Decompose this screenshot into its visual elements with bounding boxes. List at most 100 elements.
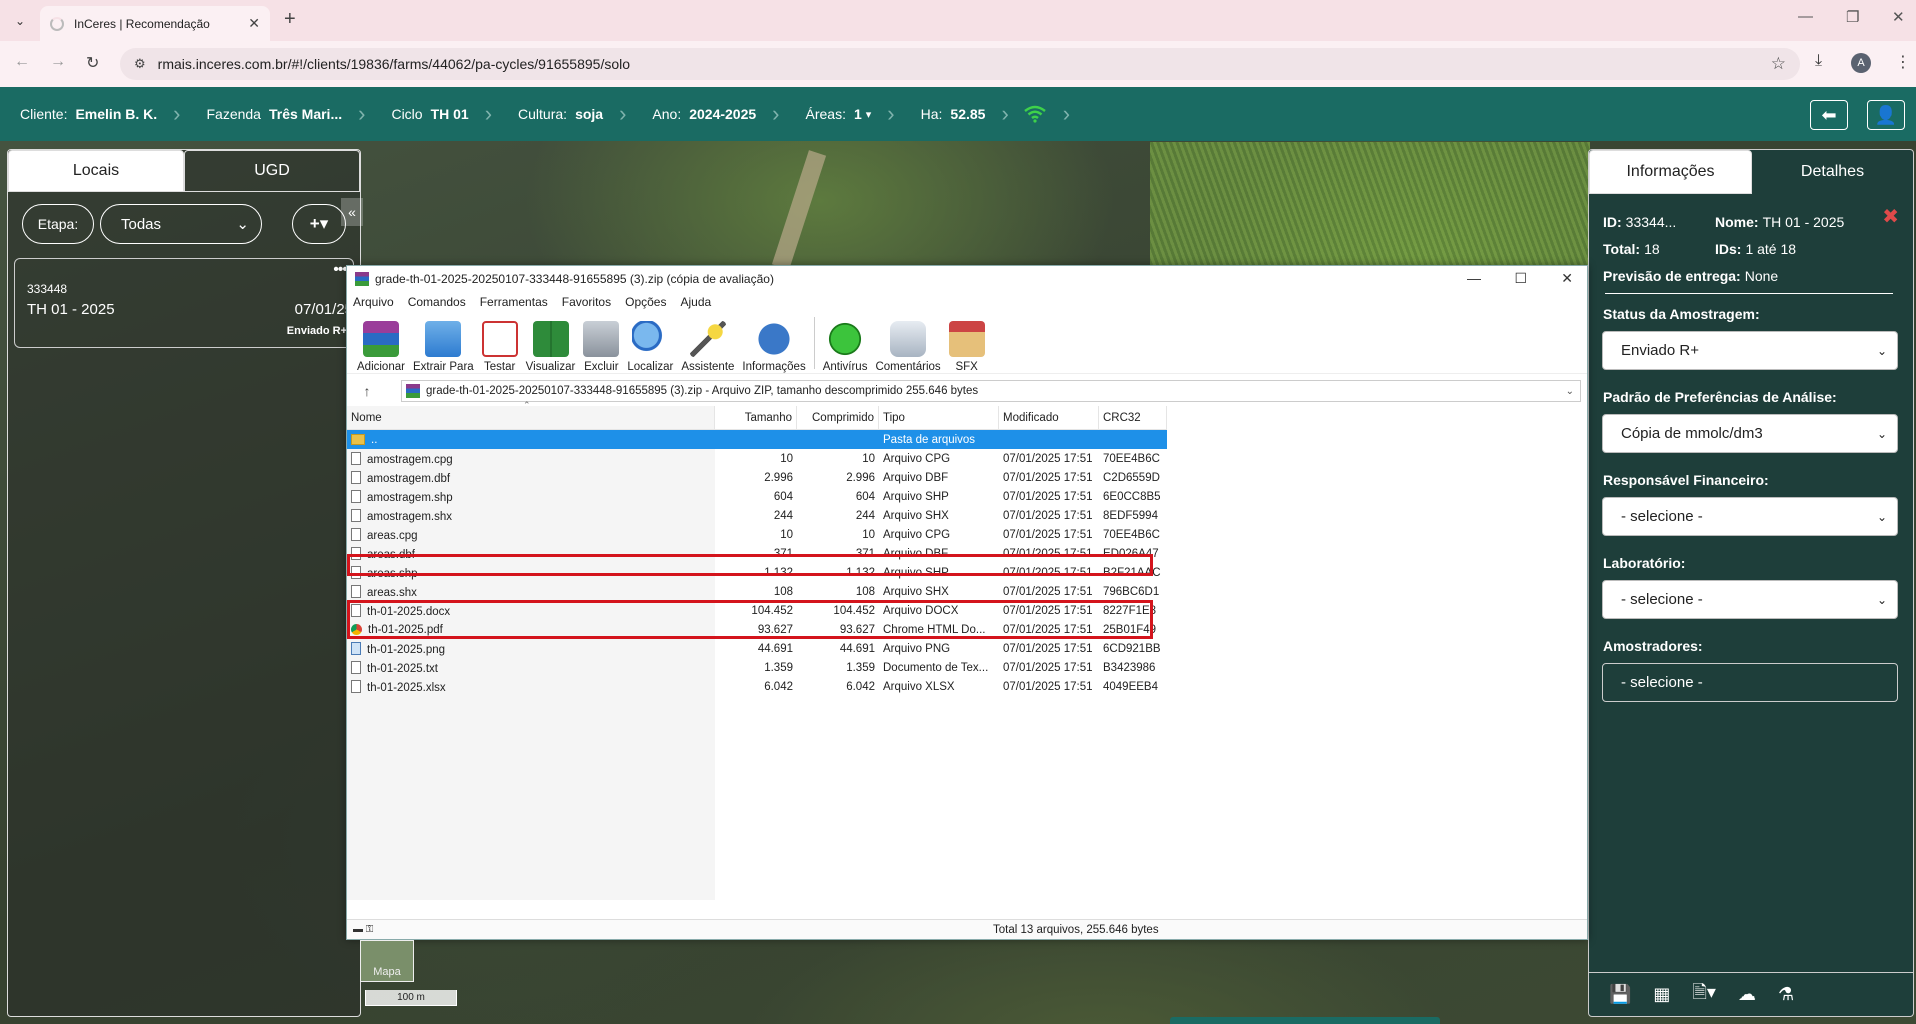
forward-icon[interactable]: → <box>50 53 66 71</box>
tab-detalhes[interactable]: Detalhes <box>1752 150 1913 194</box>
chevron-down-icon[interactable]: ⌄ <box>1566 386 1574 397</box>
winrar-titlebar[interactable]: grade-th-01-2025-20250107-333448-9165589… <box>347 266 1587 292</box>
visualizar-button[interactable]: Visualizar <box>526 321 575 373</box>
file-compressed: 108 <box>797 586 879 598</box>
close-icon[interactable]: ✕ <box>1561 270 1573 287</box>
tab-locais[interactable]: Locais <box>8 150 184 192</box>
chevron-down-icon: ⌄ <box>1876 426 1887 441</box>
file-icon <box>351 660 361 674</box>
back-icon[interactable]: ← <box>14 53 30 71</box>
comentarios-button[interactable]: Comentários <box>875 321 941 373</box>
crumb-ciclo[interactable]: Ciclo TH 01 › <box>371 87 498 141</box>
avatar[interactable]: A <box>1851 53 1871 73</box>
minimize-icon[interactable]: — <box>1467 270 1481 286</box>
collapse-panel-icon[interactable]: « <box>341 198 363 226</box>
excluir-button[interactable]: Excluir <box>583 321 620 373</box>
table-row[interactable]: th-01-2025.xlsx 6.042 6.042 Arquivo XLSX 07/… <box>347 677 1167 696</box>
add-button[interactable]: +▾ <box>292 204 346 244</box>
column-tamanho[interactable]: Tamanho <box>715 405 797 430</box>
save-icon[interactable]: 💾 <box>1609 984 1631 1005</box>
laboratorio-select-value: - selecione - <box>1621 591 1703 608</box>
excel-icon[interactable]: ▦ <box>1653 984 1670 1005</box>
browser-menu-icon[interactable]: ⋮ <box>1895 52 1911 72</box>
table-row[interactable]: amostragem.dbf 2.996 2.996 Arquivo DBF 07/01… <box>347 468 1167 487</box>
file-compressed-text: 2.996 <box>846 471 875 484</box>
tab-search-icon[interactable]: ⌄ <box>8 9 32 33</box>
new-tab-icon[interactable]: + <box>284 8 296 31</box>
antivirus-button[interactable]: Antivírus <box>823 321 867 373</box>
menu-opcoes[interactable]: Opções <box>625 295 666 309</box>
padrao-select[interactable]: Cópia de mmolc/dm3 ⌄ <box>1602 414 1898 453</box>
browser-tab[interactable]: InCeres | Recomendação ✕ <box>40 6 270 41</box>
status-select[interactable]: Enviado R+ ⌄ <box>1602 331 1898 370</box>
restore-icon[interactable]: ❐ <box>1846 8 1859 26</box>
extrair-button[interactable]: Extrair Para <box>413 321 474 373</box>
table-row[interactable]: amostragem.shp 604 604 Arquivo SHP 07/01/202… <box>347 487 1167 506</box>
close-window-icon[interactable]: ✕ <box>1892 8 1905 26</box>
export-dropdown-icon[interactable]: 🗎▾ <box>1692 980 1716 1010</box>
file-icon <box>351 451 361 465</box>
archive-path-combo[interactable]: grade-th-01-2025-20250107-333448-9165589… <box>401 380 1581 402</box>
file-icon <box>351 584 361 598</box>
app-header: Cliente: Emelin B. K. › Fazenda Três Mari..… <box>0 87 1916 141</box>
testar-button[interactable]: Testar <box>481 321 518 373</box>
file-name: areas.cpg <box>347 527 715 542</box>
menu-comandos[interactable]: Comandos <box>408 295 466 309</box>
crumb-cultura[interactable]: Cultura: soja › <box>498 87 632 141</box>
table-row[interactable]: th-01-2025.txt 1.359 1.359 Documento de Tex… <box>347 658 1167 677</box>
map-layer-thumbnail[interactable]: Mapa <box>360 940 414 982</box>
url-input[interactable]: ⚙ rmais.inceres.com.br/#!/clients/19836/… <box>120 48 1800 80</box>
column-crc32[interactable]: CRC32 <box>1099 405 1167 430</box>
up-arrow-icon[interactable]: ↑ <box>347 383 387 399</box>
informacoes-button[interactable]: Informações <box>742 321 806 373</box>
table-row[interactable]: amostragem.shx 244 244 Arquivo SHX 07/01/202… <box>347 506 1167 525</box>
map-thumb-label: Mapa <box>373 966 401 978</box>
bottom-panel-handle[interactable] <box>1170 1017 1440 1024</box>
maximize-icon[interactable]: ☐ <box>1514 270 1527 287</box>
close-icon[interactable]: ✖ <box>1882 204 1899 229</box>
more-options-icon[interactable]: ••• <box>333 261 348 279</box>
lab-flask-icon[interactable]: ⚗ <box>1778 984 1794 1005</box>
site-info-icon[interactable]: ⚙ <box>134 56 146 72</box>
menu-ferramentas[interactable]: Ferramentas <box>480 295 548 309</box>
column-tipo[interactable]: Tipo <box>879 405 999 430</box>
sort-arrow-icon: ⌃ <box>523 400 531 410</box>
localizar-button[interactable]: Localizar <box>627 321 673 373</box>
tab-informacoes[interactable]: Informações <box>1589 150 1752 194</box>
back-arrow-button[interactable]: ⬅ <box>1810 100 1848 130</box>
crumb-cliente[interactable]: Cliente: Emelin B. K. › <box>0 87 186 141</box>
chevron-right-icon: › <box>1062 101 1071 126</box>
user-profile-button[interactable]: 👤 <box>1867 100 1905 130</box>
crumb-fazenda[interactable]: Fazenda Três Mari... › <box>186 87 371 141</box>
table-row[interactable]: areas.cpg 10 10 Arquivo CPG 07/01/2025 17:51… <box>347 525 1167 544</box>
table-row[interactable]: amostragem.cpg 10 10 Arquivo CPG 07/01/2025 … <box>347 449 1167 468</box>
etapa-select[interactable]: Todas ⌄ <box>100 204 262 244</box>
sfx-button[interactable]: SFX <box>948 321 985 373</box>
responsavel-select[interactable]: - selecione - ⌄ <box>1602 497 1898 536</box>
tab-close-icon[interactable]: ✕ <box>248 15 260 32</box>
table-row[interactable]: .. Pasta de arquivos <box>347 430 1167 449</box>
bookmark-star-icon[interactable]: ☆ <box>1771 54 1786 74</box>
table-row[interactable]: th-01-2025.png 44.691 44.691 Arquivo PNG 07/… <box>347 639 1167 658</box>
sampling-card[interactable]: ••• 333448 TH 01 - 2025 07/01/25 Enviado… <box>14 258 354 348</box>
tab-ugd[interactable]: UGD <box>184 150 360 192</box>
minimize-icon[interactable]: — <box>1798 8 1813 25</box>
assistente-button[interactable]: Assistente <box>681 321 734 373</box>
crumb-ano[interactable]: Ano: 2024-2025 › <box>632 87 785 141</box>
reload-icon[interactable]: ↻ <box>86 53 99 73</box>
total-label: Total: <box>1603 240 1641 257</box>
chevron-right-icon: › <box>358 101 366 126</box>
column-modificado[interactable]: Modificado <box>999 405 1099 430</box>
amostradores-select[interactable]: - selecione - <box>1602 663 1898 702</box>
table-row[interactable]: areas.shx 108 108 Arquivo SHX 07/01/2025 17:… <box>347 582 1167 601</box>
crumb-areas[interactable]: Áreas: 1 ▾ › <box>786 87 901 141</box>
menu-arquivo[interactable]: Arquivo <box>353 295 394 309</box>
column-nome[interactable]: Nome <box>347 405 715 430</box>
menu-ajuda[interactable]: Ajuda <box>680 295 711 309</box>
upload-cloud-icon[interactable]: ☁ <box>1738 984 1756 1005</box>
laboratorio-select[interactable]: - selecione - ⌄ <box>1602 580 1898 619</box>
download-icon[interactable]: ⤓ <box>1815 52 1822 70</box>
menu-favoritos[interactable]: Favoritos <box>562 295 611 309</box>
adicionar-button[interactable]: Adicionar <box>357 321 405 373</box>
column-comprimido[interactable]: Comprimido <box>797 405 879 430</box>
